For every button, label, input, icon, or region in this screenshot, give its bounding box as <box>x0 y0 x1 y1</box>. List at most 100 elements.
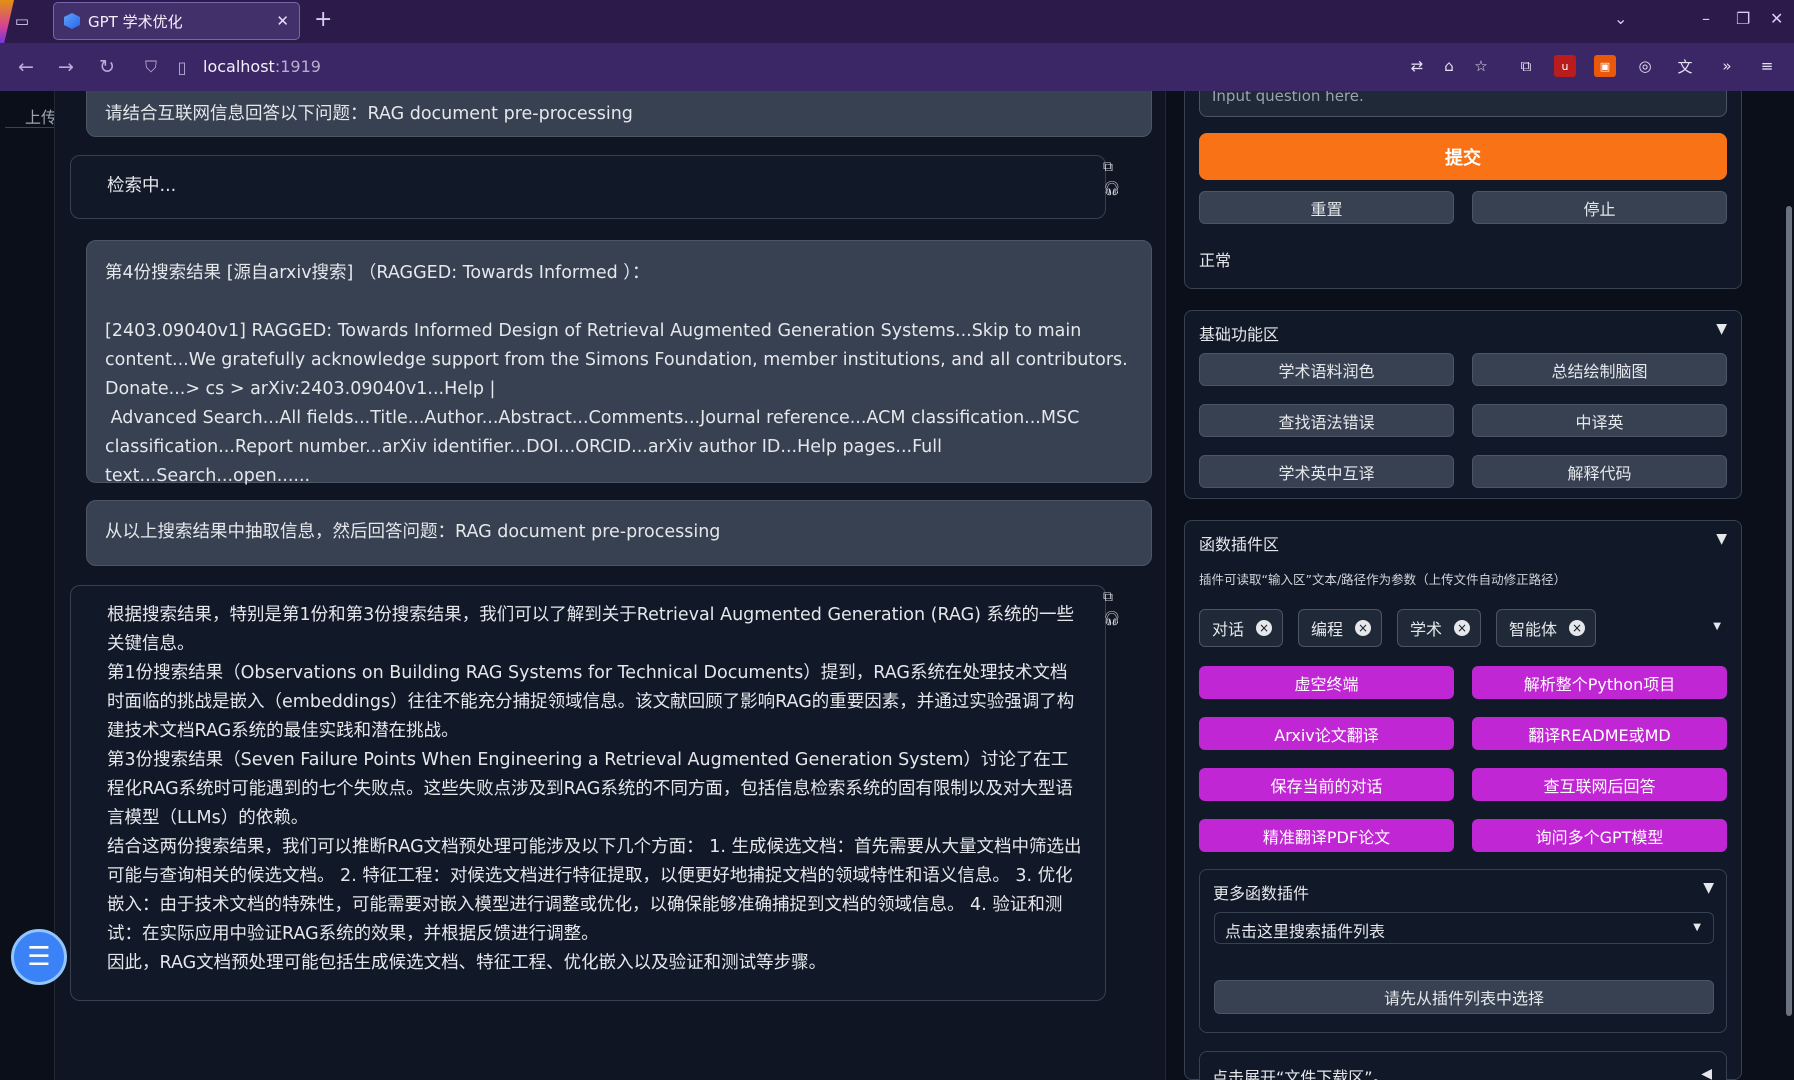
home-icon[interactable]: ⌂ <box>1438 55 1460 77</box>
message-text: 第4份搜索结果 [源自arxiv搜索] （RAGGED: Towards Inf… <box>105 263 1128 486</box>
read-aloud-icon[interactable]: 🎧︎ <box>1103 611 1121 627</box>
remove-chip-icon[interactable]: × <box>1256 620 1273 636</box>
chat-message-user: 请结合互联网信息回答以下问题：RAG document pre-processi… <box>86 91 1152 137</box>
filter-chip[interactable]: 编程 × <box>1298 609 1383 647</box>
remove-chip-icon[interactable]: × <box>1454 620 1471 636</box>
web-search-answer-button[interactable]: 查互联网后回答 <box>1472 768 1727 801</box>
more-plugins-title: 更多函数插件 <box>1213 884 1310 903</box>
url-port: :1919 <box>274 57 321 76</box>
message-tools: ⧉ 🎧︎ <box>1103 589 1121 627</box>
chip-label: 学术 <box>1410 620 1443 639</box>
ublock-icon[interactable]: u <box>1554 55 1576 77</box>
polish-button[interactable]: 学术语料润色 <box>1199 353 1454 386</box>
chip-label: 智能体 <box>1509 620 1558 639</box>
chat-panel: 请结合互联网信息回答以下问题：RAG document pre-processi… <box>54 91 1166 1080</box>
shield-icon[interactable]: ⛉ <box>139 55 163 79</box>
copy-icon[interactable]: ⧉ <box>1103 589 1121 605</box>
forward-icon[interactable]: → <box>54 55 78 79</box>
remove-chip-icon[interactable]: × <box>1355 620 1372 636</box>
explain-code-button[interactable]: 解释代码 <box>1472 455 1727 488</box>
select-plugin-first-button[interactable]: 请先从插件列表中选择 <box>1214 980 1714 1014</box>
collapse-arrow-icon[interactable]: ▼ <box>1716 321 1727 337</box>
chip-dropdown-icon[interactable]: ▼ <box>1713 621 1721 632</box>
tab-title: GPT 学术优化 <box>88 12 183 31</box>
chat-assistant-icon[interactable]: ☰ <box>11 929 67 985</box>
chat-message-user: 从以上搜索结果中抽取信息，然后回答问题：RAG document pre-pro… <box>86 500 1152 566</box>
back-icon[interactable]: ← <box>14 55 38 79</box>
collapse-arrow-icon[interactable]: ▼ <box>1703 880 1714 896</box>
close-tab-icon[interactable]: ✕ <box>276 12 289 30</box>
plugin-hint: 插件可读取“输入区”文本/路径作为参数（上传文件自动修正路径） <box>1199 572 1567 587</box>
chat-message-user: 第4份搜索结果 [源自arxiv搜索] （RAGGED: Towards Inf… <box>86 240 1152 486</box>
url-bar[interactable]: localhost:1919 <box>203 57 321 76</box>
save-conversation-button[interactable]: 保存当前的对话 <box>1199 768 1454 801</box>
expand-arrow-icon[interactable]: ◀ <box>1701 1066 1712 1080</box>
plugin-search-dropdown[interactable]: 点击这里搜索插件列表 ▼ <box>1214 912 1714 944</box>
chat-message-bot: 根据搜索结果，特别是第1份和第3份搜索结果，我们可以了解到关于Retrieval… <box>70 585 1106 1001</box>
translate-page-icon[interactable]: ⇄ <box>1406 55 1428 77</box>
tab-overflow-chevron-icon[interactable]: ⌄ <box>1614 9 1627 28</box>
collapse-arrow-icon[interactable]: ▼ <box>1716 531 1727 547</box>
stop-button[interactable]: 停止 <box>1472 191 1727 224</box>
plugin-area-title: 函数插件区 <box>1199 535 1280 554</box>
filter-chip[interactable]: 智能体 × <box>1496 609 1597 647</box>
plugin-card: 函数插件区 ▼ 插件可读取“输入区”文本/路径作为参数（上传文件自动修正路径） … <box>1184 520 1742 1080</box>
question-input[interactable]: Input question here. <box>1199 91 1727 117</box>
remove-chip-icon[interactable]: × <box>1569 620 1586 636</box>
restore-icon[interactable]: ❐ <box>1736 9 1750 28</box>
overflow-menu-icon[interactable]: » <box>1716 55 1738 77</box>
ask-multiple-models-button[interactable]: 询问多个GPT模型 <box>1472 819 1727 852</box>
bookmark-star-icon[interactable]: ☆ <box>1470 55 1492 77</box>
basic-functions-title: 基础功能区 <box>1199 325 1280 344</box>
status-text: 正常 <box>1199 251 1232 270</box>
grammar-check-button[interactable]: 查找语法错误 <box>1199 404 1454 437</box>
url-host: localhost <box>203 57 275 76</box>
message-text: 从以上搜索结果中抽取信息，然后回答问题：RAG document pre-pro… <box>105 522 721 542</box>
page-icon: ▯ <box>177 57 187 77</box>
translate-pdf-button[interactable]: 精准翻译PDF论文 <box>1199 819 1454 852</box>
tab-list-icon[interactable]: ▭ <box>12 11 32 31</box>
zh-to-en-button[interactable]: 中译英 <box>1472 404 1727 437</box>
browser-nav-bar: ← → ↻ ⛉ ▯ localhost:1919 ⇄ ⌂ ☆ ⧉ u ▣ ◎ 文… <box>0 43 1794 91</box>
read-aloud-icon[interactable]: 🎧︎ <box>1103 181 1121 197</box>
basic-functions-card: 基础功能区 ▼ 学术语料润色 总结绘制脑图 查找语法错误 中译英 学术英中互译 … <box>1184 310 1742 499</box>
browser-tab-bar: ▭ GPT 学术优化 ✕ + ⌄ – ❐ ✕ <box>0 0 1794 43</box>
app-menu-icon[interactable]: ≡ <box>1756 55 1778 77</box>
download-area-title: 点击展开“文件下载区”。 <box>1212 1068 1389 1080</box>
chip-label: 编程 <box>1311 620 1344 639</box>
privacy-extension-icon[interactable]: ◎ <box>1634 55 1656 77</box>
more-plugins-card: 更多函数插件 ▼ 点击这里搜索插件列表 ▼ 请先从插件列表中选择 <box>1199 869 1727 1033</box>
reload-icon[interactable]: ↻ <box>95 55 119 79</box>
dropdown-placeholder: 点击这里搜索插件列表 <box>1225 922 1386 941</box>
copy-icon[interactable]: ⧉ <box>1103 159 1121 175</box>
message-text: 请结合互联网信息回答以下问题：RAG document pre-processi… <box>105 104 633 124</box>
screenshot-extension-icon[interactable]: ▣ <box>1594 55 1616 77</box>
site-favicon-icon <box>64 13 80 29</box>
input-card: Input question here. 提交 重置 停止 正常 <box>1184 91 1742 289</box>
submit-button[interactable]: 提交 <box>1199 133 1727 180</box>
chip-label: 对话 <box>1212 620 1245 639</box>
reset-button[interactable]: 重置 <box>1199 191 1454 224</box>
message-tools: ⧉ 🎧︎ <box>1103 159 1121 197</box>
translate-readme-button[interactable]: 翻译README或MD <box>1472 717 1727 750</box>
arxiv-translate-button[interactable]: Arxiv论文翻译 <box>1199 717 1454 750</box>
download-area-card[interactable]: 点击展开“文件下载区”。 ◀ <box>1199 1051 1727 1080</box>
mindmap-button[interactable]: 总结绘制脑图 <box>1472 353 1727 386</box>
message-text: 检索中... <box>107 176 177 196</box>
minimize-icon[interactable]: – <box>1702 9 1710 28</box>
page-scrollbar[interactable] <box>1786 206 1792 1016</box>
browser-tab[interactable]: GPT 学术优化 ✕ <box>53 2 300 40</box>
message-text: 根据搜索结果，特别是第1份和第3份搜索结果，我们可以了解到关于Retrieval… <box>107 605 1082 973</box>
filter-chip[interactable]: 对话 × <box>1199 609 1284 647</box>
window-close-icon[interactable]: ✕ <box>1770 9 1783 28</box>
page-content: 上传文件 请结合互联网信息回答以下问题：RAG document pre-pro… <box>0 91 1794 1080</box>
new-tab-icon[interactable]: + <box>314 9 332 31</box>
filter-chip[interactable]: 学术 × <box>1397 609 1482 647</box>
void-terminal-button[interactable]: 虚空终端 <box>1199 666 1454 699</box>
chat-message-bot: 检索中... <box>70 155 1106 219</box>
extensions-icon[interactable]: ⧉ <box>1515 55 1537 77</box>
translator-extension-icon[interactable]: 文 <box>1674 55 1696 77</box>
parse-python-project-button[interactable]: 解析整个Python项目 <box>1472 666 1727 699</box>
dropdown-caret-icon: ▼ <box>1693 922 1701 933</box>
academic-translate-button[interactable]: 学术英中互译 <box>1199 455 1454 488</box>
